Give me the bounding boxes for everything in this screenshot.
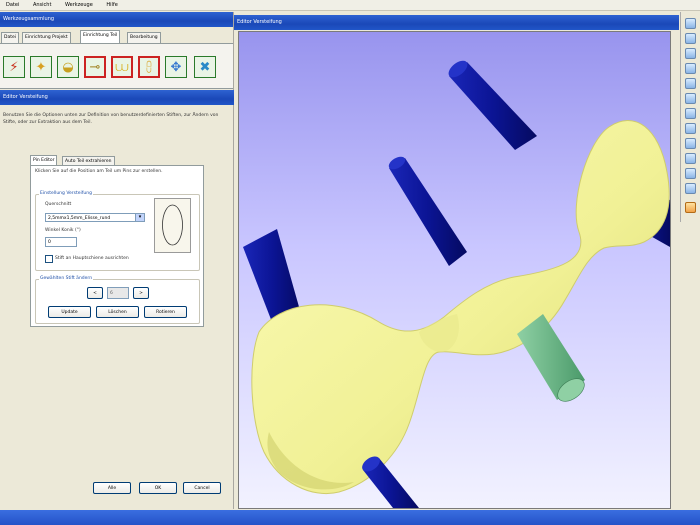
dental-model-render [243, 57, 670, 508]
teeth-tool-icon: ⩊ [115, 59, 129, 75]
cancel-button[interactable]: Cancel [183, 482, 221, 494]
viewport-title: Editor Versteifung [234, 15, 679, 30]
pin-index-field[interactable]: 6 [107, 287, 129, 299]
selected-pin-group-title: Gewählten Stift ändern [39, 276, 94, 281]
setup-group-title: Einstellung Versteifung [39, 191, 93, 196]
angle-label: Winkel Konik (°) [45, 228, 81, 233]
chevron-down-icon[interactable]: ▾ [135, 214, 144, 221]
left-panel: Werkzeugsammlung Datei Einrichtung Proje… [0, 12, 236, 509]
menu-ansicht[interactable]: Ansicht [33, 0, 51, 10]
editor-description: Benutzen Sie die Optionen unten zur Defi… [3, 113, 219, 125]
connect-tool-button[interactable]: ⊸ [84, 56, 106, 78]
cross-section-select[interactable]: 2,5mmx1,5mm_Elisse_rund ▾ [45, 213, 145, 222]
dental-model-body[interactable] [251, 120, 670, 494]
menu-datei[interactable]: Datei [6, 0, 19, 10]
delete-button[interactable]: Löschen [96, 306, 139, 318]
view-bottom-icon[interactable] [685, 93, 696, 104]
editor-section-title: Editor Versteifung [0, 90, 236, 105]
view-front-icon[interactable] [685, 18, 696, 29]
teeth-pins-tool-icon: ⩉ [146, 59, 152, 75]
view-top-icon[interactable] [685, 78, 696, 89]
tab-bearbeitung[interactable]: Bearbeitung [127, 32, 161, 43]
delete-tool-icon: ✖ [199, 59, 211, 75]
ellipse-preview-icon [162, 204, 183, 246]
inner-tabs: Pin Editor Auto Teil extrahieren [30, 155, 210, 166]
view-right-icon[interactable] [685, 63, 696, 74]
tab-datei[interactable]: Datei [1, 32, 20, 43]
jaw-tool-icon: ✦ [35, 59, 47, 75]
teeth-pins-tool-button[interactable]: ⩉ [138, 56, 160, 78]
left-panel-title: Werkzeugsammlung [0, 12, 233, 27]
jaw-tool-button[interactable]: ✦ [30, 56, 52, 78]
view-left-icon[interactable] [685, 48, 696, 59]
view-iso-5-icon[interactable] [685, 168, 696, 179]
tab-einrichtung-projekt[interactable]: Einrichtung Projekt [22, 32, 71, 43]
cross-section-value: 2,5mmx1,5mm_Elisse_rund [48, 216, 111, 221]
pin-middle[interactable] [387, 154, 467, 266]
shaded-view-icon[interactable] [685, 202, 696, 213]
selected-pin-group: Gewählten Stift ändern < 6 > Update Lösc… [35, 276, 200, 324]
pin-editor-panel: Klicken Sie auf die Position am Teil um … [30, 165, 204, 327]
3d-viewport[interactable] [238, 31, 671, 509]
menu-werkzeuge[interactable]: Werkzeuge [65, 0, 93, 10]
menu-hilfe[interactable]: Hilfe [106, 0, 117, 10]
move-tool-icon: ✥ [170, 59, 182, 75]
view-iso-1-icon[interactable] [685, 108, 696, 119]
viewport-window: Editor Versteifung [234, 12, 679, 509]
bowl-tool-button[interactable]: ◒ [57, 56, 79, 78]
view-iso-3-icon[interactable] [685, 138, 696, 149]
angle-input[interactable]: 0 [45, 237, 77, 247]
next-pin-button[interactable]: > [133, 287, 149, 299]
rotate-button[interactable]: Rotieren [144, 306, 187, 318]
cross-section-label: Querschnitt [45, 202, 72, 207]
taskbar [0, 510, 700, 525]
teeth-tool-button[interactable]: ⩊ [111, 56, 133, 78]
tool-toolbar: ⚡ ✦ ◒ ⊸ ⩊ ⩉ ✥ ✖ [0, 43, 233, 89]
view-toolbar [680, 12, 700, 222]
view-back-icon[interactable] [685, 33, 696, 44]
previous-pin-button[interactable]: < [87, 287, 103, 299]
zoom-icon[interactable] [685, 183, 696, 194]
setup-group: Einstellung Versteifung Querschnitt 2,5m… [35, 191, 200, 271]
pin-instruction: Klicken Sie auf die Position am Teil um … [35, 169, 163, 174]
pin-bottom[interactable] [359, 453, 419, 508]
tab-einrichtung-teil[interactable]: Einrichtung Teil [80, 30, 121, 43]
main-tabs: Datei Einrichtung Projekt Einrichtung Te… [0, 30, 233, 43]
cross-section-preview [154, 198, 191, 253]
bowl-tool-icon: ◒ [62, 59, 74, 75]
align-checkbox-label: Stift an Hauptschiene ausrichten [55, 256, 129, 261]
apply-button[interactable]: Alle [93, 482, 131, 494]
menu-bar: Datei Ansicht Werkzeuge Hilfe [0, 0, 700, 11]
align-checkbox[interactable] [45, 255, 53, 263]
lightning-tool-icon: ⚡ [9, 59, 19, 75]
move-tool-button[interactable]: ✥ [165, 56, 187, 78]
pin-top-right[interactable] [446, 57, 537, 150]
connect-tool-icon: ⊸ [89, 59, 101, 75]
pin-selected-green[interactable] [517, 314, 588, 406]
update-button[interactable]: Update [48, 306, 91, 318]
view-iso-2-icon[interactable] [685, 123, 696, 134]
lightning-tool-button[interactable]: ⚡ [3, 56, 25, 78]
delete-tool-button[interactable]: ✖ [194, 56, 216, 78]
view-iso-4-icon[interactable] [685, 153, 696, 164]
ok-button[interactable]: OK [139, 482, 177, 494]
